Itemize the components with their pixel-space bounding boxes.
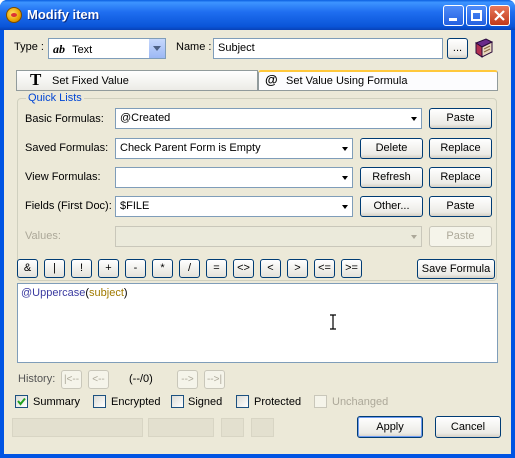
name-value: Subject bbox=[218, 42, 255, 54]
signed-checkbox[interactable] bbox=[171, 395, 184, 408]
view-formulas-label: View Formulas: bbox=[25, 171, 101, 183]
tab-divider bbox=[16, 90, 498, 91]
operator-plus-button[interactable]: + bbox=[98, 259, 119, 278]
values-label: Values: bbox=[25, 230, 61, 242]
fields-select[interactable]: $FILE bbox=[115, 196, 353, 217]
values-paste-button[interactable]: Paste bbox=[429, 226, 492, 247]
help-book-button[interactable] bbox=[472, 37, 496, 60]
chevron-down-icon bbox=[411, 235, 417, 239]
history-first-button[interactable]: |<-- bbox=[61, 370, 82, 389]
operator-not-button[interactable]: ! bbox=[71, 259, 92, 278]
basic-formulas-label: Basic Formulas: bbox=[25, 113, 104, 125]
basic-formulas-select[interactable]: @Created bbox=[115, 108, 422, 129]
saved-formulas-label: Saved Formulas: bbox=[25, 142, 109, 154]
refresh-button[interactable]: Refresh bbox=[360, 167, 423, 188]
signed-label: Signed bbox=[188, 396, 223, 408]
minimize-icon bbox=[449, 18, 457, 21]
text-cursor-icon bbox=[330, 314, 336, 330]
operator-and-button[interactable]: & bbox=[17, 259, 38, 278]
view-formulas-replace-button[interactable]: Replace bbox=[429, 167, 492, 188]
cancel-button[interactable]: Cancel bbox=[435, 416, 501, 438]
close-button[interactable] bbox=[489, 5, 510, 26]
status-panel-4 bbox=[251, 418, 274, 437]
encrypted-checkbox[interactable] bbox=[93, 395, 106, 408]
operator-not-equal-button[interactable]: <> bbox=[233, 259, 254, 278]
operator-divide-button[interactable]: / bbox=[179, 259, 200, 278]
tab-set-value-using-formula-label: Set Value Using Formula bbox=[286, 75, 408, 87]
view-formulas-select[interactable] bbox=[115, 167, 353, 188]
chevron-down-icon bbox=[342, 205, 348, 209]
save-formula-button[interactable]: Save Formula bbox=[417, 259, 495, 279]
type-select[interactable]: ab Text bbox=[48, 38, 166, 59]
tab-set-value-using-formula[interactable]: @ Set Value Using Formula bbox=[258, 70, 498, 90]
window-title: Modify item bbox=[27, 7, 100, 22]
delete-button[interactable]: Delete bbox=[360, 138, 423, 159]
saved-formulas-replace-button[interactable]: Replace bbox=[429, 138, 492, 159]
formula-function: @Uppercase bbox=[21, 287, 86, 299]
operator-minus-button[interactable]: - bbox=[125, 259, 146, 278]
quick-lists-title: Quick Lists bbox=[26, 92, 84, 104]
type-value: Text bbox=[72, 44, 93, 56]
formula-argument: subject bbox=[89, 287, 124, 299]
name-label: Name : bbox=[176, 41, 212, 53]
values-select[interactable] bbox=[115, 226, 422, 247]
other-button[interactable]: Other... bbox=[360, 196, 423, 217]
status-panel-1 bbox=[12, 418, 143, 437]
history-position: (--/0) bbox=[129, 373, 153, 385]
checkmark-icon bbox=[17, 397, 26, 406]
summary-label: Summary bbox=[33, 396, 81, 408]
operator-multiply-button[interactable]: * bbox=[152, 259, 173, 278]
basic-formulas-value: @Created bbox=[120, 112, 171, 124]
unchanged-label: Unchanged bbox=[332, 396, 389, 408]
tab-set-fixed-value-label: Set Fixed Value bbox=[52, 75, 129, 87]
fields-value: $FILE bbox=[120, 200, 150, 212]
saved-formulas-select[interactable]: Check Parent Form is Empty bbox=[115, 138, 353, 159]
title-bar[interactable]: Modify item bbox=[0, 0, 515, 30]
tab-set-fixed-value[interactable]: T Set Fixed Value bbox=[16, 70, 258, 90]
saved-formulas-value: Check Parent Form is Empty bbox=[120, 142, 261, 154]
save-formula-label: Save Formula bbox=[421, 263, 491, 275]
chevron-down-icon[interactable] bbox=[148, 39, 165, 58]
dialog-body: Type : ab Text Name : Subject ... T Set … bbox=[4, 30, 511, 454]
fields-label: Fields (First Doc): bbox=[25, 200, 112, 212]
formula-close-paren: ) bbox=[123, 287, 128, 299]
basic-formulas-paste-button[interactable]: Paste bbox=[429, 108, 492, 129]
minimize-button[interactable] bbox=[443, 5, 464, 26]
operator-greater-than-button[interactable]: > bbox=[287, 259, 308, 278]
history-label: History: bbox=[18, 373, 56, 385]
chevron-down-icon bbox=[411, 117, 417, 121]
formula-editor[interactable]: @Uppercase(subject) bbox=[17, 283, 498, 363]
protected-checkbox[interactable] bbox=[236, 395, 249, 408]
app-icon bbox=[6, 7, 22, 23]
book-icon bbox=[474, 38, 494, 58]
modify-item-window: Modify item Type : ab Text Name : Subjec… bbox=[0, 0, 515, 458]
operator-equals-button[interactable]: = bbox=[206, 259, 227, 278]
browse-button[interactable]: ... bbox=[447, 38, 468, 59]
operator-greater-equal-button[interactable]: >= bbox=[341, 259, 362, 278]
history-next-button[interactable]: --> bbox=[177, 370, 198, 389]
type-label: Type : bbox=[14, 41, 44, 53]
at-icon: @ bbox=[265, 72, 278, 87]
status-panel-3 bbox=[221, 418, 244, 437]
summary-checkbox[interactable] bbox=[15, 395, 28, 408]
encrypted-label: Encrypted bbox=[111, 396, 161, 408]
operator-or-button[interactable]: | bbox=[44, 259, 65, 278]
operator-less-equal-button[interactable]: <= bbox=[314, 259, 335, 278]
t-icon: T bbox=[30, 70, 42, 89]
maximize-icon bbox=[471, 10, 482, 21]
ab-text-icon: ab bbox=[53, 42, 65, 56]
status-panel-2 bbox=[148, 418, 214, 437]
name-field[interactable]: Subject bbox=[213, 38, 443, 59]
operator-less-than-button[interactable]: < bbox=[260, 259, 281, 278]
history-last-button[interactable]: -->| bbox=[204, 370, 225, 389]
fields-paste-button[interactable]: Paste bbox=[429, 196, 492, 217]
close-icon bbox=[494, 10, 505, 21]
protected-label: Protected bbox=[254, 396, 302, 408]
chevron-down-icon bbox=[342, 147, 348, 151]
apply-button[interactable]: Apply bbox=[357, 416, 423, 438]
maximize-button[interactable] bbox=[466, 5, 487, 26]
history-prev-button[interactable]: <-- bbox=[88, 370, 109, 389]
unchanged-checkbox[interactable] bbox=[314, 395, 327, 408]
chevron-down-icon bbox=[342, 176, 348, 180]
